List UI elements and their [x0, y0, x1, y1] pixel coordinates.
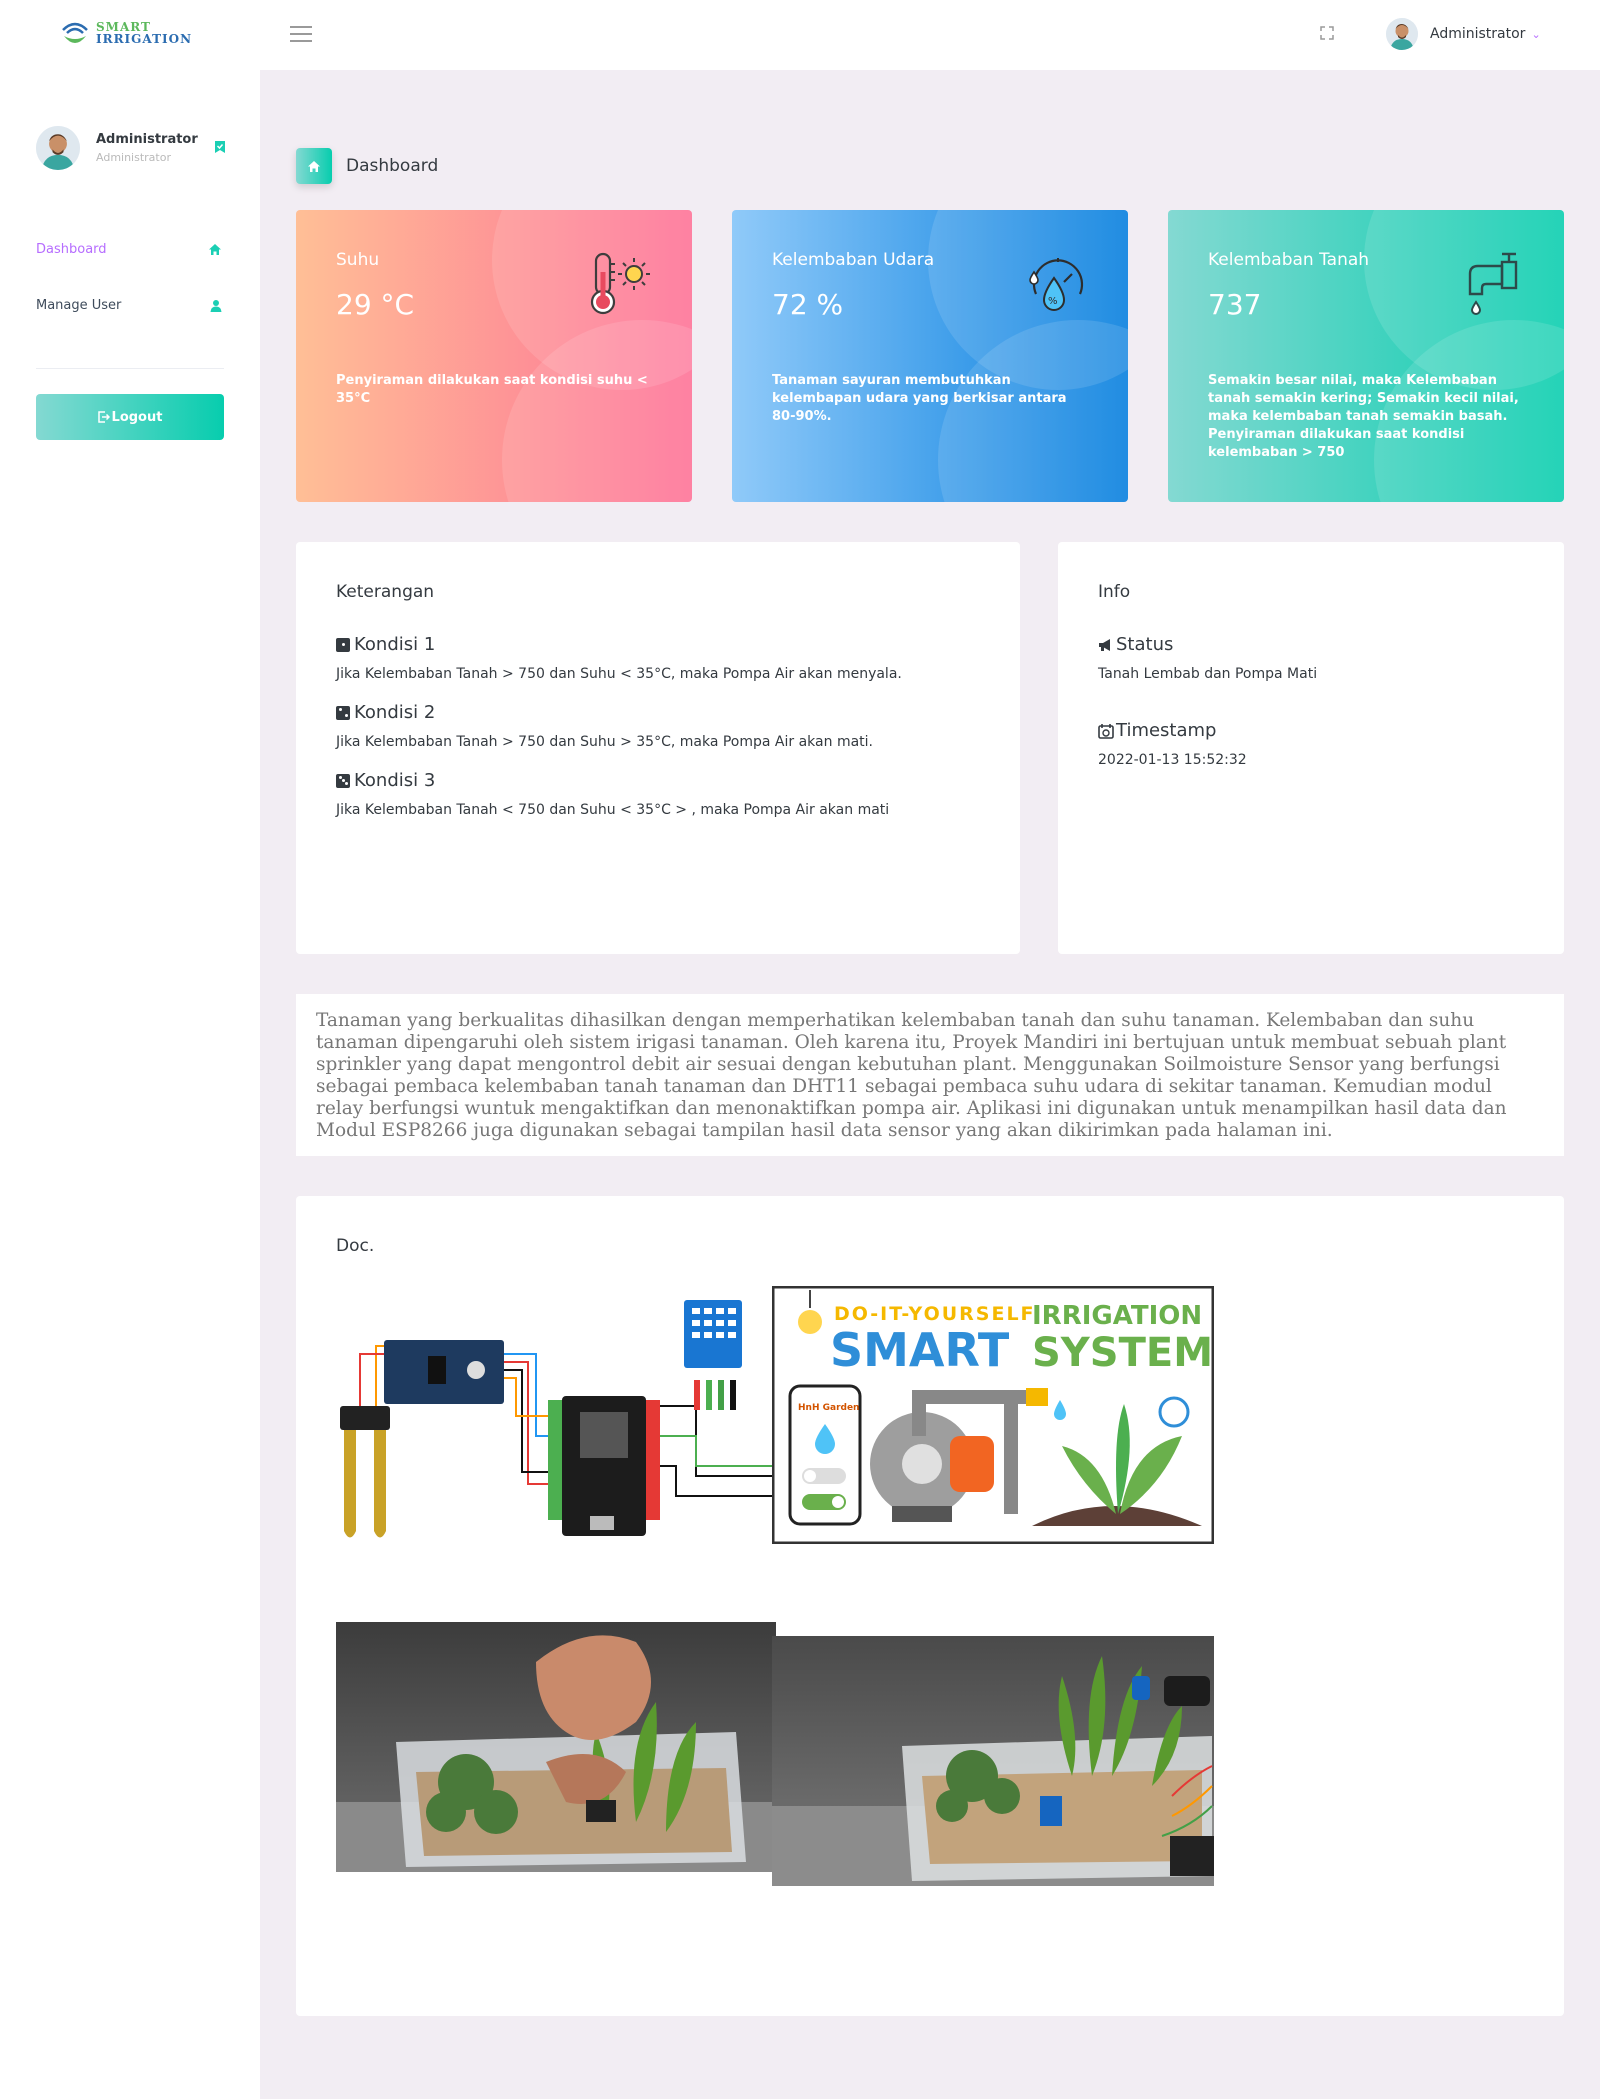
plant-photo-hand-image: [336, 1622, 776, 1872]
stat-value: 29 °C: [336, 288, 415, 321]
poster-app-label: HnH Garden: [798, 1403, 859, 1413]
poster-line1: DO-IT-YOURSELF: [834, 1303, 1036, 1325]
humidity-gauge-icon: %: [1029, 258, 1084, 311]
card-title: Doc.: [336, 1236, 375, 1256]
user-icon: [210, 300, 222, 312]
menu-toggle-button[interactable]: [290, 26, 312, 42]
navbar-user-name: Administrator: [1430, 26, 1526, 42]
project-description: Tanaman yang berkualitas dihasilkan deng…: [296, 994, 1564, 1156]
fullscreen-icon[interactable]: [1320, 26, 1334, 40]
water-tap-icon: [1468, 252, 1518, 315]
info-card: Info Status Tanah Lembab dan Pompa Mati …: [1058, 542, 1564, 954]
stat-note: Semakin besar nilai, maka Kelembaban tan…: [1208, 373, 1519, 460]
description-text: Tanaman yang berkualitas dihasilkan deng…: [316, 1010, 1507, 1141]
home-icon: [209, 244, 221, 255]
timestamp-heading: Timestamp: [1098, 720, 1216, 741]
stat-note: Penyiraman dilakukan saat kondisi suhu <…: [336, 373, 648, 406]
sidebar-item-label: Dashboard: [36, 242, 107, 257]
stat-label: Kelembaban Tanah: [1208, 250, 1370, 270]
condition-3-text: Jika Kelembaban Tanah < 750 dan Suhu < 3…: [336, 802, 890, 818]
status-text: Tanah Lembab dan Pompa Mati: [1098, 666, 1318, 682]
logout-label: Logout: [111, 409, 163, 425]
avatar: [36, 126, 80, 170]
dice-three-icon: [336, 773, 350, 788]
logout-button[interactable]: Logout: [36, 394, 224, 440]
doc-card: Doc. DO-IT-YOURSELF IRRIGATION SMART SYS…: [296, 1196, 1564, 2016]
keterangan-card: Keterangan Kondisi 1 Jika Kelembaban Tan…: [296, 542, 1020, 954]
stat-value: 72 %: [772, 288, 844, 321]
bookmark-check-icon: [215, 141, 225, 153]
poster-line4: SYSTEM: [1032, 1330, 1213, 1376]
sidebar-item-dashboard[interactable]: Dashboard: [36, 242, 222, 257]
navbar-user-menu[interactable]: Administrator ⌄: [1386, 18, 1541, 50]
poster-line2: IRRIGATION: [1032, 1301, 1202, 1331]
stat-card-kelembaban-tanah: Kelembaban Tanah 737 Semakin besar nilai…: [1168, 210, 1564, 502]
stat-label: Suhu: [336, 250, 380, 270]
stat-card-kelembaban-udara: Kelembaban Udara 72 % Tanaman sayuran me…: [732, 210, 1128, 502]
smart-irrigation-poster-image: DO-IT-YOURSELF IRRIGATION SMART SYSTEM H…: [772, 1286, 1214, 1544]
page-header: Dashboard: [296, 148, 438, 184]
sidebar-divider: [36, 368, 224, 369]
brand-line2: IRRIGATION: [96, 32, 193, 46]
condition-3-heading: Kondisi 3: [336, 770, 435, 791]
status-heading: Status: [1098, 634, 1173, 655]
profile-name: Administrator: [96, 132, 198, 147]
sidebar-item-label: Manage User: [36, 298, 122, 313]
poster-line3: SMART: [830, 1323, 1010, 1377]
stat-note: Tanaman sayuran membutuhkan kelembapan u…: [772, 373, 1067, 424]
home-icon: [296, 148, 332, 184]
condition-2-text: Jika Kelembaban Tanah > 750 dan Suhu > 3…: [336, 734, 873, 750]
stat-label: Kelembaban Udara: [772, 250, 935, 270]
condition-2-heading: Kondisi 2: [336, 702, 435, 723]
sidebar-item-manage-user[interactable]: Manage User: [36, 298, 222, 313]
wifi-leaf-icon: [62, 22, 88, 43]
timestamp-text: 2022-01-13 15:52:32: [1098, 752, 1247, 768]
plant-photo-setup-image: [772, 1636, 1214, 1886]
logout-icon: [97, 411, 110, 423]
thermometer-icon: [590, 252, 650, 315]
sidebar: Administrator Administrator Dashboard Ma…: [0, 70, 260, 2099]
chevron-down-icon: ⌄: [1531, 27, 1541, 41]
dice-one-icon: [336, 637, 350, 652]
brand-logo[interactable]: SMART IRRIGATION: [60, 20, 192, 46]
page-title: Dashboard: [346, 156, 439, 176]
sidebar-profile[interactable]: Administrator Administrator: [36, 126, 226, 170]
dice-two-icon: [336, 705, 350, 720]
calendar-clock-icon: [1098, 723, 1114, 739]
top-navbar: SMART IRRIGATION Administrator ⌄: [0, 0, 1600, 70]
avatar: [1386, 18, 1418, 50]
stat-value: 737: [1208, 288, 1262, 321]
megaphone-icon: [1099, 638, 1110, 651]
svg-text:%: %: [1048, 296, 1058, 307]
profile-role: Administrator: [96, 151, 171, 164]
card-title: Keterangan: [336, 582, 435, 602]
condition-1-heading: Kondisi 1: [336, 634, 435, 655]
condition-1-text: Jika Kelembaban Tanah > 750 dan Suhu < 3…: [336, 666, 902, 682]
card-title: Info: [1098, 582, 1131, 602]
stat-card-suhu: Suhu 29 °C Penyiraman dilakukan saat kon…: [296, 210, 692, 502]
